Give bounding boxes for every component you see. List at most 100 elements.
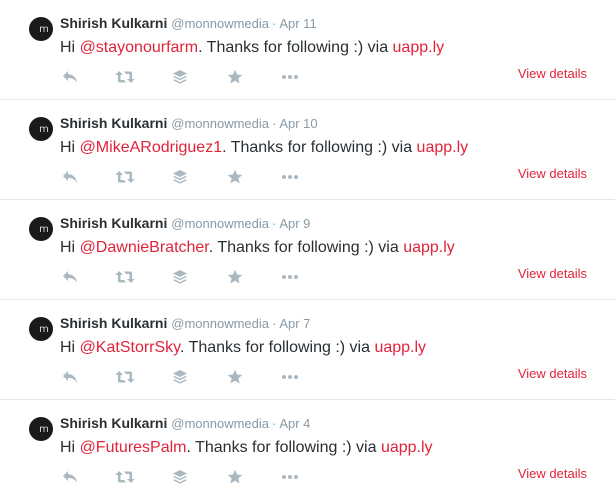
tweet-timestamp[interactable]: Apr 7 <box>279 316 310 331</box>
retweet-icon[interactable] <box>115 468 135 486</box>
avatar-glyph: m <box>39 323 49 335</box>
stack-icon[interactable] <box>170 168 190 186</box>
via-link[interactable]: uapp.ly <box>381 439 433 456</box>
author-name[interactable]: Shirish Kulkarni <box>60 15 167 31</box>
separator: · <box>272 416 277 431</box>
tweet-text-prefix: Hi <box>60 339 80 356</box>
tweet-timestamp[interactable]: Apr 4 <box>279 416 310 431</box>
stack-icon[interactable] <box>170 68 190 86</box>
separator: · <box>272 316 277 331</box>
stack-icon[interactable] <box>170 368 190 386</box>
tweet: m Shirish Kulkarni @monnowmedia · Apr 10 H… <box>0 100 615 200</box>
avatar-glyph: m <box>39 23 49 35</box>
view-details-link[interactable]: View details <box>518 166 587 182</box>
more-icon[interactable] <box>280 168 300 186</box>
view-details-link[interactable]: View details <box>518 466 587 482</box>
more-icon[interactable] <box>280 268 300 286</box>
tweet-text-prefix: Hi <box>60 139 80 156</box>
avatar[interactable]: m <box>29 217 53 241</box>
tweet-actions <box>60 268 335 286</box>
favorite-star-icon[interactable] <box>225 468 245 486</box>
author-name[interactable]: Shirish Kulkarni <box>60 115 167 131</box>
retweet-icon[interactable] <box>115 268 135 286</box>
tweet-text-prefix: Hi <box>60 439 80 456</box>
tweet: m Shirish Kulkarni @monnowmedia · Apr 9 Hi… <box>0 200 615 300</box>
tweet-header: Shirish Kulkarni @monnowmedia · Apr 7 <box>60 314 310 333</box>
via-link[interactable]: uapp.ly <box>393 39 445 56</box>
via-link[interactable]: uapp.ly <box>374 339 426 356</box>
tweet-header: Shirish Kulkarni @monnowmedia · Apr 11 <box>60 14 317 33</box>
author-handle[interactable]: @monnowmedia <box>171 316 269 331</box>
separator: · <box>272 216 277 231</box>
tweet-text-body: . Thanks for following :) via <box>179 339 375 356</box>
via-link[interactable]: uapp.ly <box>417 139 469 156</box>
stack-icon[interactable] <box>170 468 190 486</box>
tweet-header: Shirish Kulkarni @monnowmedia · Apr 9 <box>60 214 310 233</box>
avatar[interactable]: m <box>29 17 53 41</box>
author-handle[interactable]: @monnowmedia <box>171 416 269 431</box>
reply-icon[interactable] <box>60 368 80 386</box>
tweet-timestamp[interactable]: Apr 10 <box>279 116 317 131</box>
avatar[interactable]: m <box>29 417 53 441</box>
tweet-text-body: . Thanks for following :) via <box>186 439 381 456</box>
mention-link[interactable]: @MikeARodriguez1 <box>80 139 223 156</box>
favorite-star-icon[interactable] <box>225 268 245 286</box>
author-name[interactable]: Shirish Kulkarni <box>60 415 167 431</box>
author-name[interactable]: Shirish Kulkarni <box>60 215 167 231</box>
retweet-icon[interactable] <box>115 368 135 386</box>
avatar[interactable]: m <box>29 117 53 141</box>
tweet-timestamp[interactable]: Apr 9 <box>279 216 310 231</box>
tweet-actions <box>60 468 335 486</box>
avatar[interactable]: m <box>29 317 53 341</box>
view-details-link[interactable]: View details <box>518 66 587 82</box>
tweet-timestamp[interactable]: Apr 11 <box>279 16 316 31</box>
tweet-header: Shirish Kulkarni @monnowmedia · Apr 10 <box>60 114 318 133</box>
reply-icon[interactable] <box>60 468 80 486</box>
author-handle[interactable]: @monnowmedia <box>171 216 269 231</box>
tweet-text: Hi @stayonourfarm. Thanks for following … <box>60 37 444 59</box>
tweet-text: Hi @FuturesPalm. Thanks for following :)… <box>60 437 433 459</box>
mention-link[interactable]: @DawnieBratcher <box>80 239 209 256</box>
tweet-text-body: . Thanks for following :) via <box>198 39 393 56</box>
mention-link[interactable]: @FuturesPalm <box>80 439 187 456</box>
retweet-icon[interactable] <box>115 168 135 186</box>
more-icon[interactable] <box>280 68 300 86</box>
tweet-text: Hi @DawnieBratcher. Thanks for following… <box>60 237 455 259</box>
retweet-icon[interactable] <box>115 68 135 86</box>
tweet-text-body: . Thanks for following :) via <box>208 239 404 256</box>
tweet-text: Hi @MikeARodriguez1. Thanks for followin… <box>60 137 468 159</box>
tweet-text: Hi @KatStorrSky. Thanks for following :)… <box>60 337 426 359</box>
tweet-feed: m Shirish Kulkarni @monnowmedia · Apr 11 H… <box>0 0 615 498</box>
author-name[interactable]: Shirish Kulkarni <box>60 315 167 331</box>
author-handle[interactable]: @monnowmedia <box>171 16 269 31</box>
avatar-glyph: m <box>39 423 49 435</box>
avatar-glyph: m <box>39 223 49 235</box>
tweet-text-prefix: Hi <box>60 239 80 256</box>
separator: · <box>272 16 277 31</box>
author-handle[interactable]: @monnowmedia <box>171 116 269 131</box>
view-details-link[interactable]: View details <box>518 366 587 382</box>
via-link[interactable]: uapp.ly <box>403 239 455 256</box>
tweet-header: Shirish Kulkarni @monnowmedia · Apr 4 <box>60 414 310 433</box>
favorite-star-icon[interactable] <box>225 168 245 186</box>
tweet-actions <box>60 368 335 386</box>
favorite-star-icon[interactable] <box>225 368 245 386</box>
view-details-link[interactable]: View details <box>518 266 587 282</box>
tweet: m Shirish Kulkarni @monnowmedia · Apr 11 H… <box>0 0 615 100</box>
mention-link[interactable]: @stayonourfarm <box>80 39 199 56</box>
stack-icon[interactable] <box>170 268 190 286</box>
tweet-actions <box>60 168 335 186</box>
tweet-actions <box>60 68 335 86</box>
avatar-glyph: m <box>39 123 49 135</box>
separator: · <box>272 116 277 131</box>
favorite-star-icon[interactable] <box>225 68 245 86</box>
tweet-text-body: . Thanks for following :) via <box>222 139 417 156</box>
reply-icon[interactable] <box>60 268 80 286</box>
more-icon[interactable] <box>280 368 300 386</box>
tweet-text-prefix: Hi <box>60 39 80 56</box>
mention-link[interactable]: @KatStorrSky <box>80 339 180 356</box>
reply-icon[interactable] <box>60 168 80 186</box>
more-icon[interactable] <box>280 468 300 486</box>
reply-icon[interactable] <box>60 68 80 86</box>
tweet: m Shirish Kulkarni @monnowmedia · Apr 4 Hi… <box>0 400 615 498</box>
